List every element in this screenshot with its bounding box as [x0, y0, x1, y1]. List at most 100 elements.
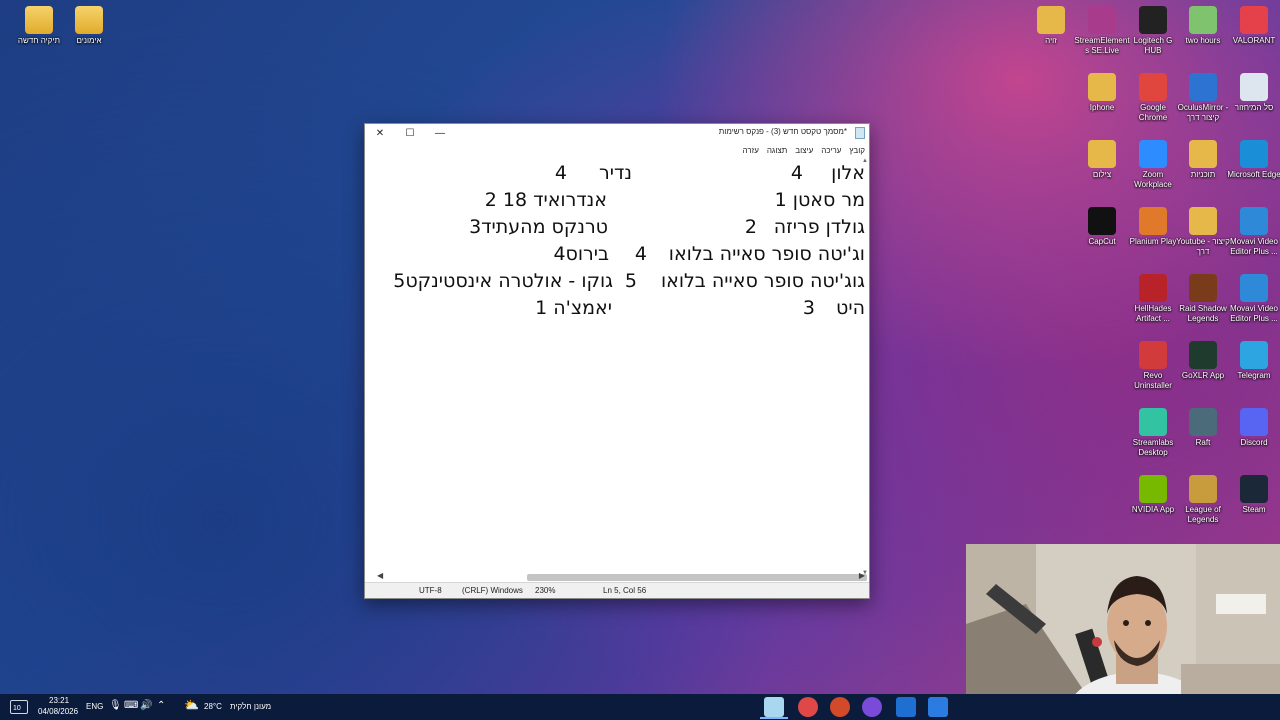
desktop-icon-label: Planium Play [1129, 237, 1177, 246]
desktop-icon[interactable]: Logitech G HUB [1125, 6, 1181, 56]
taskbar: 10 23:21 04/08/2026 ENG 🎙 ⌨ 🔊 ⌃ ⛅ 28°C מ… [0, 694, 1280, 720]
recorder-taskbar-icon[interactable] [798, 697, 818, 717]
capcut-icon [1088, 207, 1116, 235]
app-taskbar-icon[interactable] [862, 697, 882, 717]
desktop-icon-label: HellHades Artifact ... [1134, 304, 1172, 323]
line-text: אלון [831, 162, 865, 184]
desktop-icon[interactable]: Raft [1175, 408, 1231, 448]
desktop-icon[interactable]: Iphone [1074, 73, 1130, 113]
desktop-icon[interactable]: Microsoft Edge [1226, 140, 1280, 180]
desktop-icon[interactable]: Google Chrome [1125, 73, 1181, 123]
weather-temperature[interactable]: 28°C [204, 702, 222, 711]
menu-bar: קובץ עריכה עיצוב תצוגה עזרה [365, 142, 869, 158]
folder-icon [1088, 140, 1116, 168]
scrollbar-thumb[interactable] [527, 574, 867, 581]
desktop-icon[interactable]: Raid Shadow Legends [1175, 274, 1231, 324]
desktop-icon[interactable]: Zoom Workplace [1125, 140, 1181, 190]
folder-icon [1037, 6, 1065, 34]
desktop-icon-label: Discord [1240, 438, 1268, 447]
text-editor[interactable]: אלון 4 נדיר 4 מר סאטן 1 אנדרואיד 18 2 גו… [365, 158, 869, 576]
menu-help[interactable]: עזרה [743, 146, 759, 155]
desktop-icon[interactable]: אימונים [61, 6, 117, 46]
raid-icon [1189, 274, 1217, 302]
desktop-icon[interactable]: זויה [1023, 6, 1079, 46]
close-button[interactable]: ✕ [365, 124, 395, 142]
lol-icon [1189, 475, 1217, 503]
desktop-icon-label: Movavi Video Editor Plus ... [1230, 304, 1278, 323]
menu-edit[interactable]: עריכה [821, 146, 841, 155]
desktop-icon[interactable]: סל המיחזור [1226, 73, 1280, 113]
desktop-icon[interactable]: OculusMirror - קיצור דרך [1175, 73, 1231, 123]
desktop-icon[interactable]: Movavi Video Editor Plus ... [1226, 274, 1280, 324]
scroll-left-icon[interactable]: ◀ [377, 571, 383, 580]
desktop-icon-label: CapCut [1088, 237, 1116, 246]
desktop-icon-label: Steam [1242, 505, 1266, 514]
desktop-icon-label: Microsoft Edge [1227, 170, 1280, 179]
valorant-icon [1240, 6, 1268, 34]
desktop-icon[interactable]: Telegram [1226, 341, 1280, 381]
menu-view[interactable]: תצוגה [767, 146, 787, 155]
desktop-icon[interactable]: VALORANT [1226, 6, 1280, 46]
desktop-icon-label: תיקיה חדשה [17, 36, 61, 45]
desktop-icon[interactable]: צילום [1074, 140, 1130, 180]
desktop-icon[interactable]: Revo Uninstaller [1125, 341, 1181, 391]
line-text: מר סאטן 1 [774, 189, 865, 211]
desktop-icon[interactable]: StreamElements SE.Live [1074, 6, 1130, 56]
weather-description[interactable]: מעונן חלקית [230, 702, 271, 711]
menu-format[interactable]: עיצוב [795, 146, 813, 155]
desktop-icon[interactable]: League of Legends [1175, 475, 1231, 525]
desktop-icon[interactable]: Youtube - קיצור דרך [1175, 207, 1231, 257]
image-icon [1189, 6, 1217, 34]
desktop-icon-label: Streamlabs Desktop [1132, 438, 1174, 457]
store-taskbar-icon[interactable] [928, 697, 948, 717]
outlook-taskbar-icon[interactable] [896, 697, 916, 717]
desktop-icon-label: Google Chrome [1138, 103, 1168, 122]
desktop-icon[interactable]: Streamlabs Desktop [1125, 408, 1181, 458]
desktop-icon[interactable]: HellHades Artifact ... [1125, 274, 1181, 324]
desktop-icon-label: Logitech G HUB [1133, 36, 1173, 55]
menu-file[interactable]: קובץ [849, 146, 865, 155]
network-icon[interactable]: ⌨ [124, 700, 138, 711]
desktop-icon[interactable]: Planium Play [1125, 207, 1181, 247]
line-text: 4 [554, 162, 567, 184]
text-line: גוג'יטה סופר סאייה בלואו 5 גוקו - אולטרה… [365, 268, 865, 295]
text-line: וג'יטה סופר סאייה בלואו 4 בירוס4 [365, 241, 865, 268]
desktop-icon[interactable]: Discord [1226, 408, 1280, 448]
desktop-icon[interactable]: GoXLR App [1175, 341, 1231, 381]
desktop-icon-label: Movavi Video Editor Plus ... [1230, 237, 1278, 256]
desktop-icon[interactable]: תוכניות [1175, 140, 1231, 180]
clock-date[interactable]: 04/08/2026 [38, 707, 78, 716]
desktop-icon[interactable]: Movavi Video Editor Plus ... [1226, 207, 1280, 257]
desktop-icon[interactable]: CapCut [1074, 207, 1130, 247]
text-line: גולדן פריזה 2 טרנקס מהעתיד3 [365, 214, 865, 241]
scroll-right-icon[interactable]: ▶ [859, 571, 865, 580]
notepad-taskbar-icon[interactable] [764, 697, 784, 717]
weather-icon[interactable]: ⛅ [184, 698, 199, 712]
desktop-icon[interactable]: two hours [1175, 6, 1231, 46]
title-bar[interactable]: ✕ ☐ — *מסמך טקסט חדש (3) - פנקס רשימות [365, 124, 869, 142]
desktop-icon[interactable]: NVIDIA App [1125, 475, 1181, 515]
desktop-icon-label: צילום [1092, 170, 1112, 179]
game-taskbar-icon[interactable] [830, 697, 850, 717]
desktop-icon[interactable]: תיקיה חדשה [11, 6, 67, 46]
microphone-icon[interactable]: 🎙 [109, 700, 122, 711]
minimize-button[interactable]: — [425, 124, 455, 142]
chevron-up-icon[interactable]: ⌃ [157, 700, 165, 711]
volume-icon[interactable]: 🔊 [140, 700, 152, 711]
desktop-icon-label: NVIDIA App [1131, 505, 1175, 514]
maximize-button[interactable]: ☐ [395, 124, 425, 142]
language-indicator[interactable]: ENG [86, 702, 103, 711]
desktop-icon-label: סל המיחזור [1234, 103, 1274, 112]
clock-time[interactable]: 23:21 [49, 696, 69, 705]
notepad-window[interactable]: ✕ ☐ — *מסמך טקסט חדש (3) - פנקס רשימות ק… [364, 123, 870, 599]
desktop-icon-label: אימונים [76, 36, 102, 45]
desktop-icon-label: StreamElements SE.Live [1074, 36, 1130, 55]
streamlabs-icon [1139, 408, 1167, 436]
desktop-icon[interactable]: Steam [1226, 475, 1280, 515]
desktop-icon-label: GoXLR App [1181, 371, 1225, 380]
horizontal-scrollbar[interactable]: ◀ ▶ [377, 571, 867, 582]
vertical-scrollbar[interactable]: ▲ ▼ [861, 158, 869, 576]
notification-center-icon[interactable]: 10 [10, 700, 28, 714]
desktop-icon-label: זויה [1045, 36, 1057, 45]
scroll-up-icon[interactable]: ▲ [862, 158, 868, 164]
